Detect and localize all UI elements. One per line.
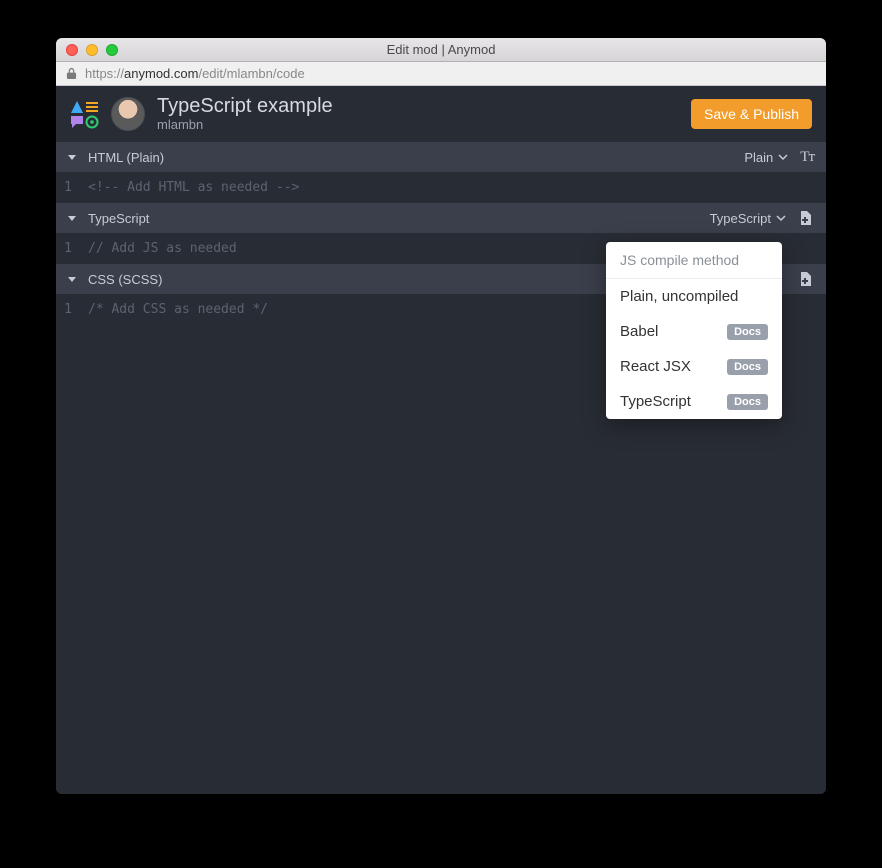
app-header: TypeScript example mlambn Save & Publish bbox=[56, 86, 826, 142]
caret-down-icon bbox=[68, 277, 76, 282]
lock-icon bbox=[66, 67, 77, 80]
docs-badge[interactable]: Docs bbox=[727, 359, 768, 375]
zoom-window-button[interactable] bbox=[106, 44, 118, 56]
html-lang-select[interactable]: Plain bbox=[744, 150, 788, 165]
mod-author[interactable]: mlambn bbox=[157, 118, 333, 132]
window-title: Edit mod | Anymod bbox=[56, 42, 826, 57]
line-number: 1 bbox=[56, 302, 78, 317]
caret-down-icon bbox=[68, 155, 76, 160]
docs-badge[interactable]: Docs bbox=[727, 324, 768, 340]
js-lang-select[interactable]: TypeScript bbox=[710, 211, 786, 226]
add-file-icon[interactable] bbox=[798, 271, 814, 287]
css-placeholder: /* Add CSS as needed */ bbox=[78, 302, 268, 317]
triangle-icon bbox=[70, 100, 84, 114]
mod-title: TypeScript example bbox=[157, 95, 333, 117]
section-html-label: HTML (Plain) bbox=[88, 150, 164, 165]
app-logo[interactable] bbox=[70, 100, 99, 129]
section-js-bar[interactable]: TypeScript TypeScript bbox=[56, 203, 826, 233]
text-format-icon[interactable]: Tᴛ bbox=[800, 149, 814, 166]
gear-icon bbox=[85, 115, 99, 129]
dropdown-item-babel[interactable]: Babel Docs bbox=[606, 314, 782, 349]
section-css-label: CSS (SCSS) bbox=[88, 272, 162, 287]
dropdown-header: JS compile method bbox=[606, 242, 782, 279]
editor-area: HTML (Plain) Plain Tᴛ 1 <!-- Add HTML as… bbox=[56, 142, 826, 794]
section-html-bar[interactable]: HTML (Plain) Plain Tᴛ bbox=[56, 142, 826, 172]
header-text: TypeScript example mlambn bbox=[157, 95, 333, 132]
line-number: 1 bbox=[56, 241, 78, 256]
chevron-down-icon bbox=[776, 215, 786, 222]
chevron-down-icon bbox=[778, 154, 788, 161]
app-window: Edit mod | Anymod https://anymod.com/edi… bbox=[56, 38, 826, 794]
caret-down-icon bbox=[68, 216, 76, 221]
url-text: https://anymod.com/edit/mlambn/code bbox=[85, 66, 305, 81]
chat-icon bbox=[70, 115, 84, 129]
html-placeholder: <!-- Add HTML as needed --> bbox=[78, 180, 299, 195]
titlebar: Edit mod | Anymod bbox=[56, 38, 826, 62]
save-publish-button[interactable]: Save & Publish bbox=[691, 99, 812, 129]
js-placeholder: // Add JS as needed bbox=[78, 241, 237, 256]
minimize-window-button[interactable] bbox=[86, 44, 98, 56]
docs-badge[interactable]: Docs bbox=[727, 394, 768, 410]
traffic-lights bbox=[56, 44, 118, 56]
lines-icon bbox=[85, 100, 99, 114]
dropdown-item-plain[interactable]: Plain, uncompiled bbox=[606, 279, 782, 314]
line-number: 1 bbox=[56, 180, 78, 195]
dropdown-item-react[interactable]: React JSX Docs bbox=[606, 349, 782, 384]
dropdown-item-typescript[interactable]: TypeScript Docs bbox=[606, 384, 782, 419]
html-editor[interactable]: 1 <!-- Add HTML as needed --> bbox=[56, 172, 826, 203]
section-js-label: TypeScript bbox=[88, 211, 149, 226]
close-window-button[interactable] bbox=[66, 44, 78, 56]
address-bar[interactable]: https://anymod.com/edit/mlambn/code bbox=[56, 62, 826, 86]
js-compile-dropdown: JS compile method Plain, uncompiled Babe… bbox=[606, 242, 782, 419]
avatar[interactable] bbox=[111, 97, 145, 131]
add-file-icon[interactable] bbox=[798, 210, 814, 226]
